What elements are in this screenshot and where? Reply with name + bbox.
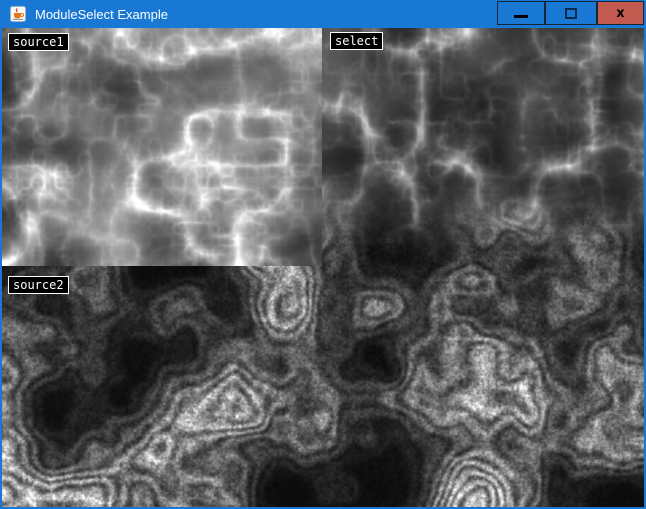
close-icon: x xyxy=(616,7,624,20)
titlebar[interactable]: ModuleSelect Example x xyxy=(2,0,644,28)
label-select: select xyxy=(330,32,383,50)
close-button[interactable]: x xyxy=(597,1,644,25)
label-source2: source2 xyxy=(8,276,69,294)
maximize-button[interactable] xyxy=(545,1,597,25)
window-title: ModuleSelect Example xyxy=(35,7,497,22)
java-coffee-cup-icon xyxy=(10,6,26,22)
maximize-icon xyxy=(565,8,577,19)
window-controls: x xyxy=(497,0,644,28)
minimize-button[interactable] xyxy=(497,1,545,25)
noise-render-panel: source1 select source2 xyxy=(2,28,644,507)
source1-image xyxy=(2,28,322,266)
app-window: ModuleSelect Example x source1 select so… xyxy=(0,0,646,509)
minimize-icon xyxy=(514,15,528,18)
label-source1: source1 xyxy=(8,33,69,51)
source2-image xyxy=(2,266,644,507)
